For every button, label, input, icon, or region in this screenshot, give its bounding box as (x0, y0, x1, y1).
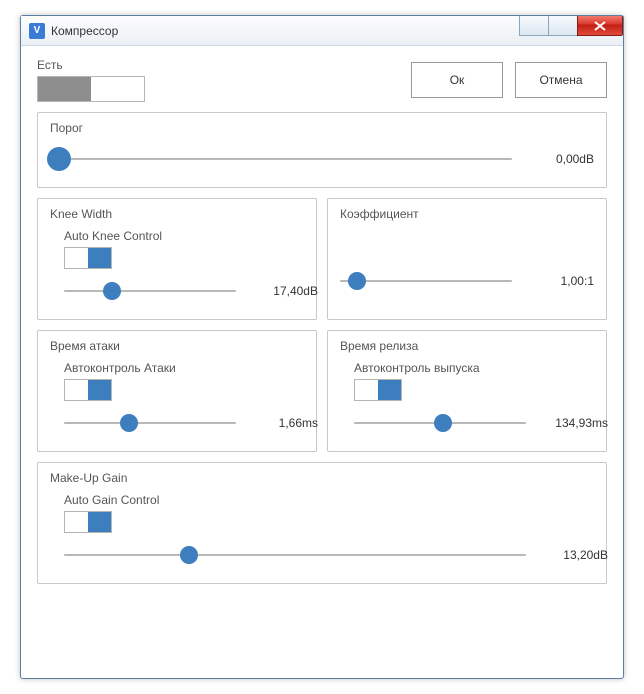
enable-toggle-on (38, 77, 91, 101)
makeup-slider[interactable] (64, 545, 526, 565)
release-panel: Время релиза Автоконтроль выпуска 134,93… (327, 330, 607, 452)
ratio-thumb[interactable] (348, 272, 366, 290)
release-value: 134,93ms (526, 416, 608, 430)
ratio-label: Коэффициент (340, 207, 594, 221)
attack-label: Время атаки (50, 339, 304, 353)
makeup-auto-toggle[interactable] (64, 511, 112, 533)
knee-panel: Knee Width Auto Knee Control 17,40dB (37, 198, 317, 320)
minimize-button[interactable] (519, 16, 549, 36)
threshold-slider[interactable] (50, 149, 512, 169)
dialog-buttons: Ок Отмена (411, 62, 607, 98)
window-title: Компрессор (51, 24, 118, 38)
top-row: Есть Ок Отмена (37, 58, 607, 102)
ok-button[interactable]: Ок (411, 62, 503, 98)
release-auto-label: Автоконтроль выпуска (354, 361, 594, 375)
attack-auto-label: Автоконтроль Атаки (64, 361, 304, 375)
makeup-panel: Make-Up Gain Auto Gain Control 13,20dB (37, 462, 607, 584)
attack-panel: Время атаки Автоконтроль Атаки 1,66ms (37, 330, 317, 452)
release-auto-toggle[interactable] (354, 379, 402, 401)
close-button[interactable] (577, 16, 623, 36)
threshold-value: 0,00dB (512, 152, 594, 166)
makeup-value: 13,20dB (526, 548, 608, 562)
knee-auto-toggle[interactable] (64, 247, 112, 269)
makeup-auto-label: Auto Gain Control (64, 493, 594, 507)
knee-thumb[interactable] (103, 282, 121, 300)
knee-value: 17,40dB (236, 284, 318, 298)
knee-label: Knee Width (50, 207, 304, 221)
content-area: Есть Ок Отмена Порог 0,00dB (21, 46, 623, 678)
threshold-label: Порог (50, 121, 594, 135)
enable-block: Есть (37, 58, 145, 102)
maximize-button[interactable] (548, 16, 578, 36)
enable-toggle-off (91, 77, 144, 101)
compressor-window: V Компрессор Есть Ок Отмена (20, 15, 624, 679)
knee-slider[interactable] (64, 281, 236, 301)
ratio-panel: Коэффициент 1,00:1 (327, 198, 607, 320)
attack-auto-toggle[interactable] (64, 379, 112, 401)
ratio-slider[interactable] (340, 271, 512, 291)
makeup-thumb[interactable] (180, 546, 198, 564)
makeup-label: Make-Up Gain (50, 471, 594, 485)
titlebar[interactable]: V Компрессор (21, 16, 623, 46)
threshold-thumb[interactable] (47, 147, 71, 171)
knee-auto-label: Auto Knee Control (64, 229, 304, 243)
attack-slider[interactable] (64, 413, 236, 433)
release-thumb[interactable] (434, 414, 452, 432)
ratio-value: 1,00:1 (512, 274, 594, 288)
threshold-panel: Порог 0,00dB (37, 112, 607, 188)
cancel-button[interactable]: Отмена (515, 62, 607, 98)
attack-value: 1,66ms (236, 416, 318, 430)
release-label: Время релиза (340, 339, 594, 353)
window-controls (520, 16, 623, 38)
app-icon: V (29, 23, 45, 39)
enable-toggle[interactable] (37, 76, 145, 102)
attack-thumb[interactable] (120, 414, 138, 432)
release-slider[interactable] (354, 413, 526, 433)
enable-label: Есть (37, 58, 145, 72)
